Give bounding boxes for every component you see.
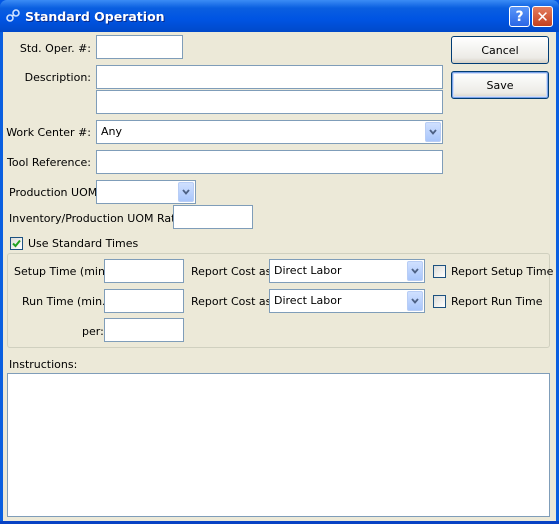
use-standard-times-checkbox[interactable]: [10, 237, 23, 250]
run-report-cost-label: Report Cost as:: [191, 295, 276, 308]
report-setup-time-checkbox[interactable]: [433, 265, 446, 278]
instructions-label: Instructions:: [9, 358, 78, 371]
save-button[interactable]: Save: [451, 71, 549, 99]
std-oper-input[interactable]: [96, 35, 183, 59]
app-icon: [5, 8, 21, 24]
uom-ratio-label: Inventory/Production UOM Ratio:: [9, 212, 189, 225]
report-setup-time-label: Report Setup Time: [451, 265, 554, 278]
description-line1-input[interactable]: [96, 65, 443, 89]
cancel-button[interactable]: Cancel: [451, 36, 549, 64]
setup-report-cost-value: Direct Labor: [274, 264, 342, 277]
run-report-cost-value: Direct Labor: [274, 294, 342, 307]
tool-reference-input[interactable]: [96, 150, 443, 174]
dialog-body: Std. Oper. #: Description: Work Center #…: [3, 32, 556, 521]
report-run-time-checkbox[interactable]: [433, 295, 446, 308]
run-time-input[interactable]: [104, 289, 184, 313]
std-oper-label: Std. Oper. #:: [19, 42, 91, 55]
setup-time-input[interactable]: [104, 259, 184, 283]
setup-report-cost-select[interactable]: Direct Labor: [269, 259, 425, 283]
work-center-value: Any: [101, 125, 123, 138]
chevron-down-icon[interactable]: [407, 291, 423, 311]
run-report-cost-select[interactable]: Direct Labor: [269, 289, 425, 313]
setup-time-label: Setup Time (min.):: [14, 265, 117, 278]
production-uom-select[interactable]: [96, 180, 196, 204]
cancel-button-label: Cancel: [481, 43, 519, 57]
dialog-window: Standard Operation ? ✕ Std. Oper. #: Des…: [0, 0, 559, 524]
report-run-time-label: Report Run Time: [451, 295, 543, 308]
standard-times-group: Setup Time (min.): Report Cost as: Direc…: [7, 253, 554, 348]
work-center-label: Work Center #:: [6, 126, 91, 139]
chevron-down-icon[interactable]: [407, 261, 423, 281]
close-button[interactable]: ✕: [532, 6, 553, 27]
tool-reference-label: Tool Reference:: [7, 156, 91, 169]
work-center-select[interactable]: Any: [96, 120, 443, 144]
help-button[interactable]: ?: [509, 6, 530, 27]
close-icon: ✕: [536, 7, 549, 26]
use-standard-times-label: Use Standard Times: [28, 237, 139, 250]
instructions-textarea[interactable]: [7, 373, 550, 517]
run-time-label: Run Time (min.):: [22, 295, 114, 308]
uom-ratio-input[interactable]: [173, 205, 253, 229]
title-bar[interactable]: Standard Operation ? ✕: [0, 0, 559, 32]
window-title: Standard Operation: [25, 9, 165, 24]
save-button-label: Save: [486, 78, 514, 92]
per-input[interactable]: [104, 318, 184, 342]
help-icon: ?: [515, 8, 524, 25]
setup-report-cost-label: Report Cost as:: [191, 265, 276, 278]
chevron-down-icon[interactable]: [178, 182, 194, 202]
description-label: Description:: [24, 71, 91, 84]
production-uom-label: Production UOM:: [9, 186, 101, 199]
per-label: per:: [82, 325, 104, 338]
chevron-down-icon[interactable]: [425, 122, 441, 142]
description-line2-input[interactable]: [96, 90, 443, 114]
checkmark-icon: [12, 239, 21, 248]
